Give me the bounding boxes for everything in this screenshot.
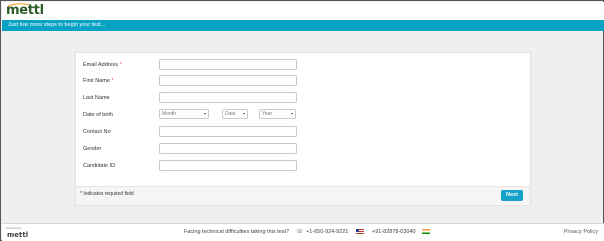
dob-date-value: Date [225,111,236,117]
phone-icon: ☏ [296,229,304,235]
required-note: * Indicates required field [80,191,134,197]
dob-month-select[interactable]: Month ▾ [159,109,209,119]
candidate-id-label: Candidate ID [83,163,116,169]
page-frame: mettl Just few more steps to begin your … [0,0,604,241]
phone-us[interactable]: +1-650-924-9221 [306,229,348,235]
email-input[interactable] [159,59,297,70]
required-star: * [119,62,122,68]
dob-date-select[interactable]: Date ▾ [222,109,248,119]
first-name-label-text: First Name [83,78,110,84]
registration-form: Email Address * First Name * Last Name D… [75,52,531,206]
powered-by-logo: mettl [7,231,29,239]
caret-down-icon: ▾ [242,111,245,116]
next-button[interactable]: Next [501,190,523,201]
last-name-input[interactable] [159,92,297,103]
gender-input[interactable] [159,143,297,154]
logo: mettl [6,3,44,18]
dob-label: Date of birth [83,112,113,118]
dob-year-select[interactable]: Year ▾ [259,109,296,119]
us-flag-icon [356,229,364,234]
gender-label: Gender [83,146,102,152]
candidate-id-input[interactable] [159,160,297,171]
phone-india[interactable]: +91-82878-03040 [372,229,416,235]
powered-by-text: Powered by [6,226,22,230]
required-star: * [111,78,114,84]
app-header: mettl [2,2,604,20]
caret-down-icon: ▾ [203,111,206,116]
dob-year-value: Year [262,111,273,117]
help-text: Facing technical difficulties taking thi… [184,229,290,235]
caret-down-icon: ▾ [290,111,293,116]
last-name-label: Last Name [83,95,110,101]
form-footer: * Indicates required field Next [76,186,530,205]
banner-text: Just few more steps to begin your test..… [8,22,106,28]
dob-month-value: Month [162,111,176,117]
first-name-input[interactable] [159,75,297,86]
contact-label: Contact No [83,129,111,135]
bottom-bar: Powered by mettl Facing technical diffic… [2,223,604,241]
email-label: Email Address * [83,61,122,69]
contact-input[interactable] [159,126,297,137]
info-banner: Just few more steps to begin your test..… [2,20,604,31]
first-name-label: First Name * [83,77,114,85]
email-label-text: Email Address [83,62,119,68]
privacy-policy-link[interactable]: Privacy Policy [564,229,598,235]
india-flag-icon [422,229,430,234]
